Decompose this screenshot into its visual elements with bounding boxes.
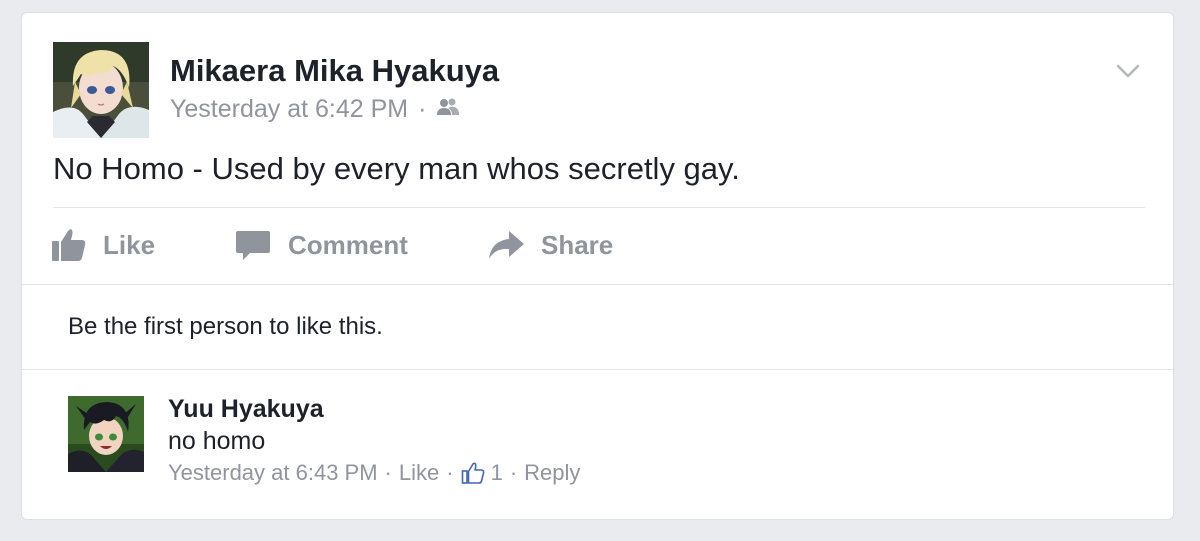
share-button[interactable]: Share [487, 223, 613, 267]
meta-separator: · [509, 460, 518, 485]
chevron-down-icon[interactable] [1114, 57, 1142, 85]
comment-like-count[interactable]: 1 [491, 460, 503, 486]
share-arrow-icon [489, 231, 524, 259]
share-button-label: Share [541, 229, 614, 260]
likes-summary: Be the first person to like this. [68, 313, 383, 340]
post-author-name[interactable]: Mikaera Mika Hyakuya [170, 53, 499, 89]
divider [22, 284, 1173, 285]
friends-icon[interactable] [436, 95, 460, 124]
meta-separator: · [446, 460, 454, 485]
commenter-avatar[interactable] [68, 396, 144, 472]
comment-author-name[interactable]: Yuu Hyakuya [168, 395, 324, 424]
post-body-text: No Homo - Used by every man whos secretl… [53, 151, 740, 186]
comment-bubble-icon [236, 231, 270, 260]
comment-timestamp[interactable]: Yesterday at 6:43 PM [168, 460, 378, 486]
thumbs-up-icon [52, 229, 86, 261]
comment-reply-link[interactable]: Reply [524, 460, 580, 486]
post-timestamp[interactable]: Yesterday at 6:42 PM [170, 95, 408, 124]
comment-button-label: Comment [288, 229, 408, 260]
meta-separator: · [418, 95, 427, 123]
author-avatar[interactable] [53, 42, 149, 138]
comment-button[interactable]: Comment [234, 223, 408, 267]
divider [22, 369, 1173, 370]
like-button[interactable]: Like [51, 223, 155, 267]
post-meta: Yesterday at 6:42 PM · [170, 95, 460, 124]
meta-separator: · [384, 460, 392, 485]
like-button-label: Like [103, 229, 156, 260]
post-actions-bar: Like Comment Share [51, 223, 1143, 267]
comment-like-link[interactable]: Like [399, 460, 439, 486]
comment-text: no homo [168, 427, 266, 455]
divider [53, 207, 1145, 208]
thumbs-up-icon [461, 462, 484, 484]
post-card: Mikaera Mika Hyakuya Yesterday at 6:42 P… [21, 12, 1174, 520]
comment-meta: Yesterday at 6:43 PM · Like · 1 · Reply [168, 460, 580, 486]
